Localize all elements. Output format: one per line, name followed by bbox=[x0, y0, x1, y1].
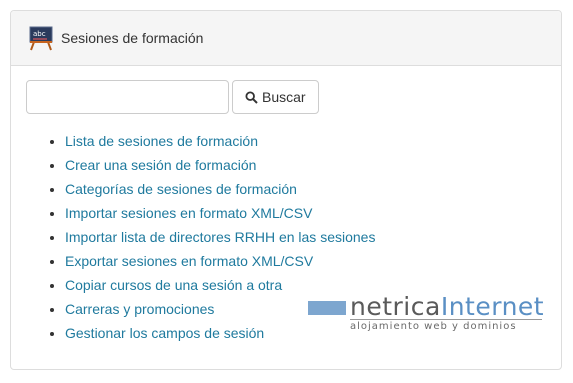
blackboard-icon: abc bbox=[27, 24, 55, 52]
search-button[interactable]: Buscar bbox=[232, 80, 319, 114]
link-import-sessions[interactable]: Importar sesiones en formato XML/CSV bbox=[65, 205, 312, 221]
panel-heading: abc Sesiones de formación bbox=[11, 11, 561, 66]
search-button-label: Buscar bbox=[262, 89, 306, 105]
search-icon bbox=[245, 90, 258, 104]
list-item: Importar sesiones en formato XML/CSV bbox=[65, 203, 375, 227]
list-item: Crear una sesión de formación bbox=[65, 155, 375, 179]
list-item: Lista de sesiones de formación bbox=[65, 131, 375, 155]
link-copy-courses[interactable]: Copiar cursos de una sesión a otra bbox=[65, 277, 282, 293]
list-item: Exportar sesiones en formato XML/CSV bbox=[65, 251, 375, 275]
link-export-sessions[interactable]: Exportar sesiones en formato XML/CSV bbox=[65, 253, 313, 269]
search-input[interactable] bbox=[26, 80, 229, 114]
logo-bar-icon bbox=[308, 301, 346, 315]
search-form: Buscar bbox=[26, 80, 319, 114]
link-import-hr-directors[interactable]: Importar lista de directores RRHH en las… bbox=[65, 229, 375, 245]
link-session-list[interactable]: Lista de sesiones de formación bbox=[65, 133, 258, 149]
link-session-categories[interactable]: Categorías de sesiones de formación bbox=[65, 181, 297, 197]
list-item: Importar lista de directores RRHH en las… bbox=[65, 227, 375, 251]
panel-title: Sesiones de formación bbox=[61, 30, 204, 46]
logo-brand: netricaInternet bbox=[350, 292, 545, 321]
netrica-logo-watermark: netricaInternet alojamiento web y domini… bbox=[308, 292, 545, 335]
svg-text:abc: abc bbox=[33, 30, 46, 38]
list-item: Categorías de sesiones de formación bbox=[65, 179, 375, 203]
link-careers-promotions[interactable]: Carreras y promociones bbox=[65, 301, 214, 317]
link-create-session[interactable]: Crear una sesión de formación bbox=[65, 157, 256, 173]
logo-tagline: alojamiento web y dominios bbox=[350, 319, 542, 332]
link-session-fields[interactable]: Gestionar los campos de sesión bbox=[65, 325, 264, 341]
sessions-panel: abc Sesiones de formación Buscar Lista d… bbox=[10, 10, 562, 370]
